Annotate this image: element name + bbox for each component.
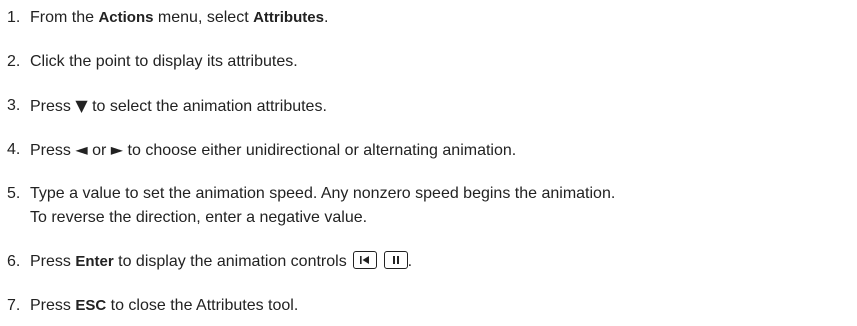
step-text-line-2: To reverse the direction, enter a negati… <box>30 209 368 226</box>
text: Press <box>30 142 76 159</box>
step-number: 2. <box>7 53 21 70</box>
step-text: Click the point to display its attribute… <box>30 53 298 70</box>
step-text: Press ▼ to select the animation attribut… <box>30 94 327 119</box>
step-number: 7. <box>7 297 21 314</box>
left-arrow-key-icon: ◄ <box>75 140 88 159</box>
step-number: 5. <box>7 185 21 202</box>
text: . <box>323 9 329 26</box>
step-text-line-1: Type a value to set the animation speed.… <box>30 185 616 202</box>
down-arrow-key-icon: ▼ <box>75 96 88 115</box>
text: or <box>87 142 111 159</box>
text: . <box>407 253 413 270</box>
reset-icon <box>353 251 378 269</box>
text: From the <box>30 9 99 26</box>
step-text: Press Enter to display the animation con… <box>30 250 412 274</box>
text: Press <box>30 98 76 115</box>
right-arrow-key-icon: ► <box>110 140 124 159</box>
key-name: Enter <box>75 253 114 270</box>
step-text: Press ESC to close the Attributes tool. <box>30 294 298 318</box>
step-number: 3. <box>7 97 21 114</box>
text: to choose either unidirectional or alter… <box>123 142 517 159</box>
step-number: 4. <box>7 141 21 158</box>
text: to display the animation controls <box>113 253 352 270</box>
menu-item-name: Attributes <box>253 9 324 26</box>
step-number: 6. <box>7 253 21 270</box>
step-number: 1. <box>7 9 21 26</box>
step-text: Press ◄ or ► to choose either unidirecti… <box>30 138 516 163</box>
text: to select the animation attributes. <box>87 98 327 115</box>
text: to close the Attributes tool. <box>106 297 299 314</box>
instruction-steps: 1. From the Actions menu, select Attribu… <box>0 0 857 326</box>
pause-icon <box>383 251 408 269</box>
text: menu, select <box>153 9 254 26</box>
menu-name: Actions <box>98 9 154 26</box>
text: Press <box>30 253 76 270</box>
key-name: ESC <box>75 297 107 314</box>
text: Press <box>30 297 76 314</box>
step-text: From the Actions menu, select Attributes… <box>30 6 328 30</box>
